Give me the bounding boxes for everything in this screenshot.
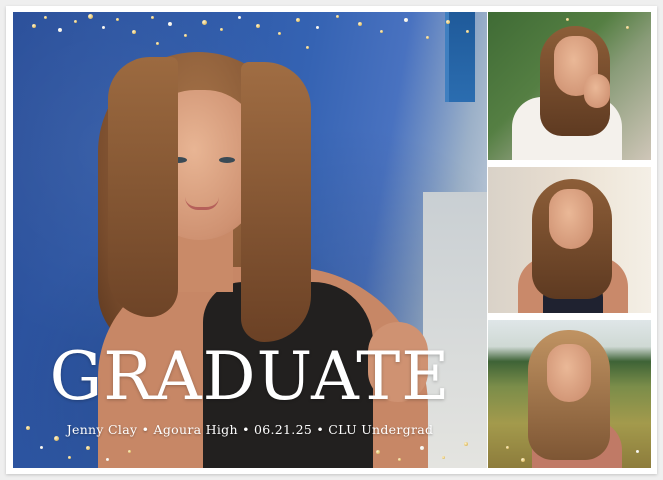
graduate-details-line: Jenny Clay • Agoura High • 06.21.25 • CL… bbox=[66, 422, 434, 437]
hand bbox=[584, 74, 610, 108]
side-photo-ivy-wall bbox=[488, 12, 651, 160]
side-photo-field bbox=[488, 320, 651, 468]
side-photo-sunlit bbox=[488, 167, 651, 313]
graduation-announcement-card[interactable]: GRADUATE Jenny Clay • Agoura High • 06.2… bbox=[6, 6, 657, 474]
window-frame bbox=[445, 12, 475, 102]
headline-graduate: GRADUATE bbox=[49, 338, 451, 415]
